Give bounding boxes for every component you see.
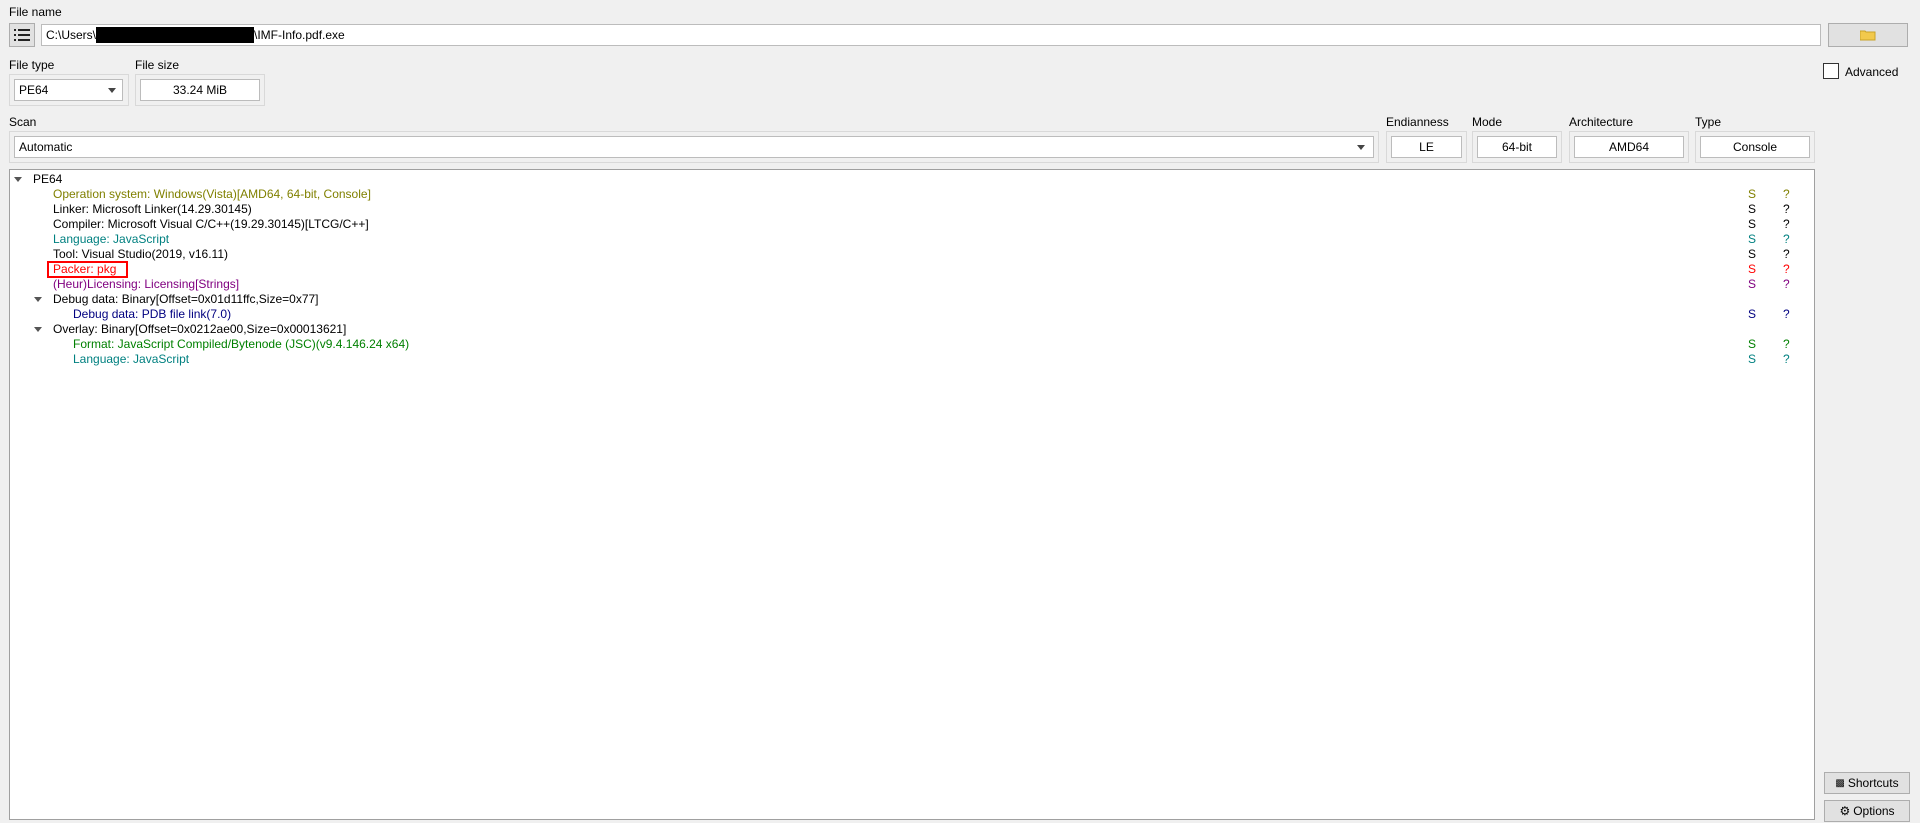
info-marker[interactable]: ? xyxy=(1783,202,1790,217)
tree-row[interactable]: Debug data: Binary[Offset=0x01d11ffc,Siz… xyxy=(10,292,1814,307)
file-path-field[interactable]: C:\Users\ \IMF-Info.pdf.exe xyxy=(41,24,1821,46)
info-marker[interactable]: ? xyxy=(1783,262,1790,277)
file-name-label: File name xyxy=(9,5,62,19)
signature-marker: S xyxy=(1748,352,1757,366)
tree-row-text: Linker: Microsoft Linker(14.29.30145) xyxy=(53,202,252,216)
signature-marker: S xyxy=(1748,232,1757,246)
chevron-down-icon[interactable] xyxy=(14,177,22,182)
scan-label: Scan xyxy=(9,115,37,129)
signature-marker: S xyxy=(1748,262,1757,276)
info-marker[interactable]: ? xyxy=(1783,217,1790,232)
shortcuts-label: Shortcuts xyxy=(1847,776,1899,790)
mode-field: 64-bit xyxy=(1477,136,1557,158)
info-marker[interactable]: ? xyxy=(1783,337,1790,352)
options-label: Options xyxy=(1853,804,1895,818)
file-type-select[interactable]: PE64 xyxy=(14,79,123,101)
tree-row-text: Format: JavaScript Compiled/Bytenode (JS… xyxy=(73,337,410,351)
info-marker[interactable]: ? xyxy=(1783,277,1790,292)
tree-row-text: Packer: pkg xyxy=(53,262,117,276)
tree-row-text: Overlay: Binary[Offset=0x0212ae00,Size=0… xyxy=(53,322,347,336)
detection-tree[interactable]: PE64 Operation system: Windows(Vista)[AM… xyxy=(9,169,1815,820)
info-marker[interactable]: ? xyxy=(1783,232,1790,247)
architecture-field: AMD64 xyxy=(1574,136,1684,158)
signature-marker: S xyxy=(1748,277,1757,291)
scan-value: Automatic xyxy=(19,140,73,154)
tree-row-text: (Heur)Licensing: Licensing[Strings] xyxy=(53,277,240,291)
tree-root[interactable]: PE64 xyxy=(10,172,1814,187)
tree-row-text: Debug data: PDB file link(7.0) xyxy=(73,307,232,321)
info-marker[interactable]: ? xyxy=(1783,187,1790,202)
tree-row-text: Language: JavaScript xyxy=(73,352,190,366)
file-type-value: PE64 xyxy=(19,83,49,97)
file-size-field: 33.24 MiB xyxy=(140,79,260,101)
list-icon xyxy=(14,29,30,41)
signature-marker: S xyxy=(1748,187,1757,201)
tree-row[interactable]: Tool: Visual Studio(2019, v16.11) S ? xyxy=(10,247,1814,262)
advanced-checkbox[interactable] xyxy=(1823,63,1839,79)
chevron-down-icon[interactable] xyxy=(34,297,42,302)
tree-row[interactable]: Overlay: Binary[Offset=0x0212ae00,Size=0… xyxy=(10,322,1814,337)
endianness-label: Endianness xyxy=(1386,115,1449,129)
file-type-label: File type xyxy=(9,58,55,72)
file-path-prefix: C:\Users\ xyxy=(46,28,97,42)
shortcuts-button[interactable]: ▩ Shortcuts xyxy=(1824,772,1910,794)
menu-button[interactable] xyxy=(9,23,35,47)
chevron-down-icon xyxy=(108,88,116,93)
tree-row[interactable]: Operation system: Windows(Vista)[AMD64, … xyxy=(10,187,1814,202)
tree-row-text: Operation system: Windows(Vista)[AMD64, … xyxy=(53,187,371,201)
scan-select[interactable]: Automatic xyxy=(14,136,1374,158)
type-label: Type xyxy=(1695,115,1722,129)
redacted-username xyxy=(96,27,255,43)
tree-root-label: PE64 xyxy=(33,172,63,186)
tree-row[interactable]: Language: JavaScript S ? xyxy=(10,232,1814,247)
tree-row[interactable]: Linker: Microsoft Linker(14.29.30145) S … xyxy=(10,202,1814,217)
open-file-button[interactable] xyxy=(1828,23,1908,47)
architecture-label: Architecture xyxy=(1569,115,1634,129)
folder-icon xyxy=(1860,30,1876,41)
tree-row[interactable]: Packer: pkg S ? xyxy=(10,261,1814,278)
mode-label: Mode xyxy=(1472,115,1503,129)
signature-marker: S xyxy=(1748,247,1757,261)
tree-row[interactable]: (Heur)Licensing: Licensing[Strings] S ? xyxy=(10,277,1814,292)
gear-icon: ⚙ xyxy=(1839,804,1851,818)
tree-row-text: Language: JavaScript xyxy=(53,232,170,246)
signature-marker: S xyxy=(1748,202,1757,216)
tree-row-text: Debug data: Binary[Offset=0x01d11ffc,Siz… xyxy=(53,292,319,306)
tree-row-text: Compiler: Microsoft Visual C/C++(19.29.3… xyxy=(53,217,369,231)
advanced-label: Advanced xyxy=(1845,65,1899,79)
tree-row[interactable]: Debug data: PDB file link(7.0) S ? xyxy=(10,307,1814,322)
info-marker[interactable]: ? xyxy=(1783,307,1790,322)
signature-marker: S xyxy=(1748,217,1757,231)
signature-marker: S xyxy=(1748,337,1757,351)
chevron-down-icon xyxy=(1357,145,1365,150)
file-path-suffix: \IMF-Info.pdf.exe xyxy=(254,28,345,42)
info-marker[interactable]: ? xyxy=(1783,247,1790,262)
endianness-field: LE xyxy=(1391,136,1462,158)
signature-marker: S xyxy=(1748,307,1757,321)
type-field: Console xyxy=(1700,136,1810,158)
tree-row[interactable]: Format: JavaScript Compiled/Bytenode (JS… xyxy=(10,337,1814,352)
file-size-label: File size xyxy=(135,58,180,72)
info-marker[interactable]: ? xyxy=(1783,352,1790,367)
shortcuts-icon: ▩ xyxy=(1835,777,1845,789)
chevron-down-icon[interactable] xyxy=(34,327,42,332)
tree-row-text: Tool: Visual Studio(2019, v16.11) xyxy=(53,247,229,261)
options-button[interactable]: ⚙ Options xyxy=(1824,800,1910,822)
tree-row[interactable]: Language: JavaScript S ? xyxy=(10,352,1814,367)
tree-row[interactable]: Compiler: Microsoft Visual C/C++(19.29.3… xyxy=(10,217,1814,232)
